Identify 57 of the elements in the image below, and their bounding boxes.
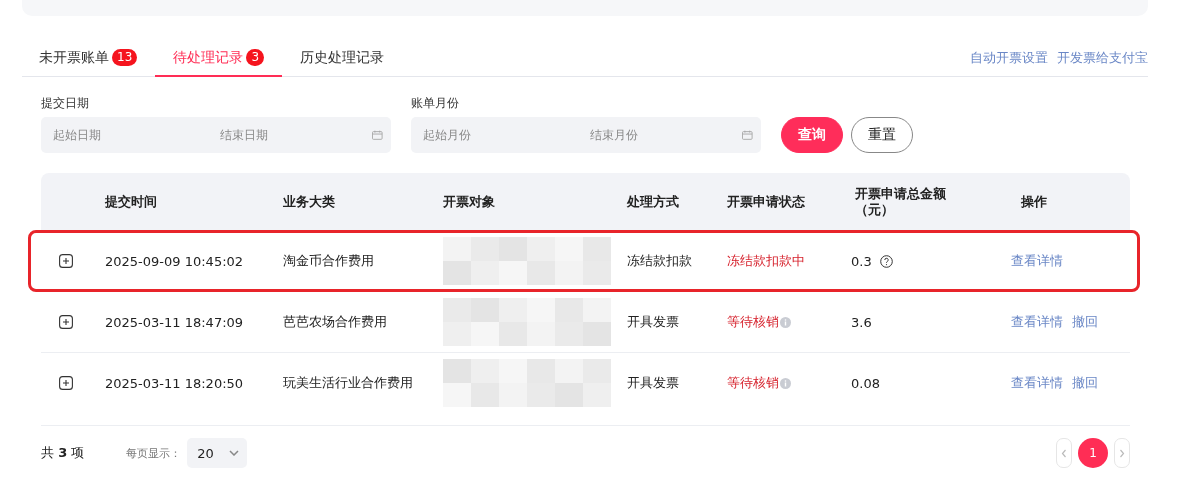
page-size-label: 每页显示： [126, 445, 182, 461]
column-header: 开票申请状态 [726, 193, 806, 210]
column-header: 业务大类 [282, 193, 336, 210]
query-button[interactable]: 查询 [781, 117, 843, 153]
end-input[interactable]: 结束日期 [218, 127, 373, 143]
page-button[interactable]: 1 [1078, 438, 1108, 468]
range-field[interactable]: 起始日期 结束日期 [41, 117, 391, 153]
caret-icon [229, 450, 240, 456]
expand-icon[interactable] [59, 315, 73, 329]
count-badge: 3 [246, 49, 265, 66]
column-header: 提交时间 [104, 193, 158, 210]
table-cell-text: 2025-03-11 18:20:50 [104, 375, 245, 391]
reset-button[interactable]: 重置 [851, 117, 913, 153]
filter-label: 账单月份 [411, 95, 460, 112]
chevron-left-icon [1061, 448, 1067, 458]
tab[interactable]: 待处理记录 3 [155, 40, 283, 77]
action-link[interactable]: 撤回 [1072, 374, 1098, 392]
table-cell-text: 开具发票 [626, 374, 680, 392]
help-icon[interactable] [879, 254, 893, 268]
start-input[interactable]: 起始月份 [421, 127, 589, 143]
table-cell: 0.08 [851, 375, 880, 391]
header-link[interactable]: 开发票给支付宝 [1057, 49, 1148, 67]
status-text: 等待核销 [727, 313, 779, 331]
calendar-icon [372, 130, 383, 140]
table-cell-text: 芭芭农场合作费用 [282, 313, 388, 331]
table-cell-text: 2025-09-09 10:45:02 [104, 253, 245, 269]
action-link[interactable]: 查看详情 [1011, 374, 1063, 392]
column-header: 开票申请总金额（元） [854, 185, 947, 218]
table-cell-text: 开具发票 [626, 313, 680, 331]
table-cell-text: 冻结款扣款 [626, 252, 693, 270]
column-header: 操作 [1020, 193, 1048, 210]
table-cell-text: 淘金币合作费用 [282, 252, 375, 270]
table-cell: 0.3 [851, 253, 872, 269]
action-link[interactable]: 查看详情 [1011, 252, 1063, 270]
expand-icon[interactable] [59, 376, 73, 390]
end-input[interactable]: 结束月份 [588, 127, 743, 143]
calendar-icon [742, 130, 753, 140]
column-header: 处理方式 [626, 193, 680, 210]
start-input[interactable]: 起始日期 [51, 127, 219, 143]
action-link[interactable]: 查看详情 [1011, 313, 1063, 331]
count-badge: 13 [112, 49, 138, 66]
action-link[interactable]: 撤回 [1072, 313, 1098, 331]
table-cell: 3.6 [851, 314, 872, 330]
header-link[interactable]: 自动开票设置 [970, 49, 1048, 67]
chevron-right-icon [1119, 448, 1125, 458]
page-size-select[interactable]: 20 [187, 438, 248, 468]
total-count: 共 3 项 [41, 444, 85, 462]
tab[interactable]: 历史处理记录 [282, 40, 403, 77]
range-field[interactable]: 起始月份 结束月份 [411, 117, 761, 153]
tab[interactable]: 未开票账单 13 [22, 40, 156, 77]
column-header: 开票对象 [442, 193, 496, 210]
status-text: 等待核销 [727, 374, 779, 392]
status-text: 冻结款扣款中 [727, 252, 805, 270]
filter-label: 提交日期 [41, 95, 90, 112]
table-cell-text: 2025-03-11 18:47:09 [104, 314, 245, 330]
expand-icon[interactable] [59, 254, 73, 268]
table-cell-text: 玩美生活行业合作费用 [282, 374, 414, 392]
